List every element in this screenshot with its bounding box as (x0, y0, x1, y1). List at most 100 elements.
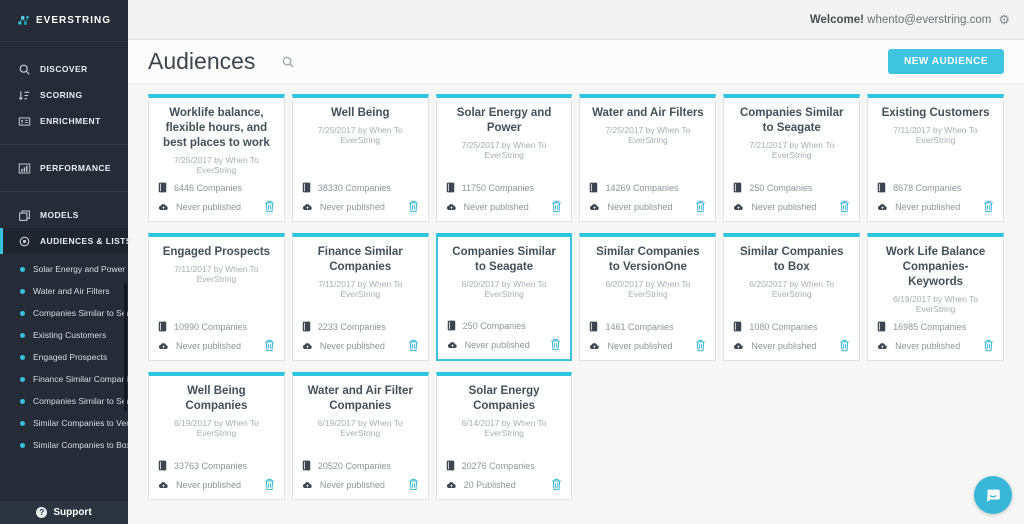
trash-icon[interactable] (264, 200, 275, 213)
trash-icon[interactable] (550, 338, 561, 351)
trash-icon[interactable] (264, 478, 275, 491)
layers-icon (19, 210, 30, 221)
sidebar-item-label: AUDIENCES & LISTS (40, 236, 132, 246)
audience-card[interactable]: Water and Air Filter Companies 6/19/2017… (291, 372, 429, 500)
sidebar-list-item-label: Engaged Prospects (33, 352, 108, 362)
support-button[interactable]: ? Support (0, 501, 128, 524)
card-companies-row: 250 Companies (447, 320, 562, 331)
card-date: 7/11/2017 by When To EverString (174, 263, 259, 284)
audience-card[interactable]: Companies Similar to Seagate 6/20/2017 b… (435, 233, 573, 361)
audience-card[interactable]: Similar Companies to Box 6/20/2017 by Wh… (723, 233, 861, 361)
sidebar-item-scoring[interactable]: SCORING (0, 82, 128, 108)
audience-card[interactable]: Well Being Companies 6/19/2017 by When T… (148, 372, 285, 500)
question-circle-icon: ? (36, 507, 48, 518)
cloud-upload-icon (446, 481, 456, 488)
card-companies-row: 2233 Companies (302, 321, 419, 332)
card-companies-count: 250 Companies (462, 320, 526, 331)
audience-card[interactable]: Work Life Balance Companies- Keywords 6/… (867, 233, 1004, 361)
card-title: Water and Air Filters (592, 107, 704, 119)
card-title: Worklife balance, flexible hours, and be… (163, 107, 270, 149)
sidebar-item-audiences-lists[interactable]: AUDIENCES & LISTS (0, 228, 131, 254)
card-published-row: Never published (877, 339, 994, 352)
card-title: Solar Energy and Power (456, 107, 552, 134)
brand-logo: EVERSTRING (0, 0, 128, 42)
sidebar-list-item-label: Companies Similar to Sea... (33, 396, 128, 406)
sidebar-lists: Solar Energy and Power Water and Air Fil… (0, 254, 128, 456)
new-audience-button[interactable]: NEW AUDIENCE (888, 49, 1004, 74)
sidebar-item-performance[interactable]: PERFORMANCE (0, 155, 128, 181)
card-published-status: Never published (463, 201, 529, 212)
trash-icon[interactable] (264, 339, 275, 352)
audience-card[interactable]: Finance Similar Companies 7/11/2017 by W… (291, 233, 429, 361)
card-companies-row: 250 Companies (733, 182, 850, 193)
trash-icon[interactable] (408, 339, 419, 352)
cloud-upload-icon (878, 203, 887, 210)
trash-icon[interactable] (408, 200, 419, 213)
audience-card[interactable]: Well Being 7/25/2017 by When To EverStri… (291, 94, 429, 222)
sidebar-list-item[interactable]: Existing Customers (0, 324, 128, 346)
trash-icon[interactable] (839, 200, 850, 213)
companies-icon (158, 182, 167, 193)
card-companies-count: 11750 Companies (461, 182, 535, 193)
trash-icon[interactable] (551, 478, 562, 491)
card-published-row: Never published (158, 339, 275, 352)
companies-icon (734, 182, 742, 193)
sidebar-list-item[interactable]: Similar Companies to Box (0, 434, 128, 456)
trash-icon[interactable] (983, 339, 994, 352)
card-published-row: Never published (733, 339, 850, 352)
card-title: Work Life Balance Companies- Keywords (885, 246, 986, 288)
sidebar-list-item[interactable]: Companies Similar to Sea... (0, 390, 128, 412)
sidebar-list-item[interactable]: Companies Similar to Sea... (0, 302, 128, 324)
sidebar-list-item-label: Existing Customers (33, 330, 107, 340)
card-date: 6/20/2017 by When To EverString (605, 278, 691, 299)
card-date: 6/19/2017 by When To EverString (173, 417, 259, 438)
card-published-row: Never published (302, 478, 419, 491)
sidebar-list-item[interactable]: Engaged Prospects (0, 346, 128, 368)
settings-gear-icon[interactable]: ⚙ (998, 13, 1010, 26)
companies-icon (158, 321, 167, 332)
chat-bubble-button[interactable] (974, 476, 1012, 514)
search-audiences-icon[interactable] (281, 55, 295, 69)
card-title: Solar Energy Companies (468, 385, 540, 412)
sidebar-list-item[interactable]: Similar Companies to Ver... (0, 412, 128, 434)
cloud-upload-icon (446, 203, 456, 210)
trash-icon[interactable] (983, 200, 994, 213)
sidebar-scrollbar[interactable] (124, 283, 127, 411)
sidebar-list-item[interactable]: Water and Air Filters (0, 280, 128, 302)
card-published-row: Never published (447, 338, 562, 351)
sidebar: EVERSTRING DISCOVER SCORING ENRICHMENT P… (0, 0, 131, 524)
trash-icon[interactable] (408, 478, 419, 491)
trash-icon[interactable] (695, 339, 706, 352)
card-title: Water and Air Filter Companies (307, 385, 413, 412)
sidebar-item-discover[interactable]: DISCOVER (0, 56, 128, 82)
audience-card[interactable]: Companies Similar to Seagate 7/21/2017 b… (723, 94, 861, 222)
card-companies-row: 1080 Companies (733, 321, 850, 332)
card-title: Companies Similar to Seagate (739, 107, 844, 134)
trash-icon[interactable] (551, 200, 562, 213)
trash-icon[interactable] (695, 200, 706, 213)
bullet-dot-icon (20, 376, 25, 382)
sidebar-list-item[interactable]: Finance Similar Companies (0, 368, 128, 390)
audience-card[interactable]: Similar Companies to VersionOne 6/20/201… (579, 233, 717, 361)
sidebar-item-label: SCORING (40, 90, 83, 100)
audience-card[interactable]: Existing Customers 7/11/2017 by When To … (867, 94, 1004, 222)
card-date: 6/19/2017 by When To EverString (317, 417, 403, 438)
card-companies-count: 14269 Companies (605, 182, 679, 193)
card-title: Well Being (330, 107, 390, 119)
audience-card[interactable]: Solar Energy Companies 6/14/2017 by When… (435, 372, 573, 500)
sidebar-item-enrichment[interactable]: ENRICHMENT (0, 108, 128, 134)
audience-card[interactable]: Worklife balance, flexible hours, and be… (148, 94, 285, 222)
card-published-status: Never published (176, 479, 242, 490)
audience-card[interactable]: Solar Energy and Power 7/25/2017 by When… (435, 94, 573, 222)
card-published-row: 20 Published (446, 478, 563, 491)
card-published-status: 20 Published (463, 479, 516, 490)
companies-icon (446, 460, 454, 471)
audience-card[interactable]: Water and Air Filters 7/25/2017 by When … (579, 94, 717, 222)
sidebar-list-item[interactable]: Solar Energy and Power (0, 258, 128, 280)
card-companies-count: 20520 Companies (317, 460, 391, 471)
card-published-status: Never published (895, 201, 961, 212)
trash-icon[interactable] (839, 339, 850, 352)
page-title-bar: Audiences NEW AUDIENCE (128, 40, 1024, 84)
sidebar-item-models[interactable]: MODELS (0, 202, 128, 228)
audience-card[interactable]: Engaged Prospects 7/11/2017 by When To E… (148, 233, 285, 361)
